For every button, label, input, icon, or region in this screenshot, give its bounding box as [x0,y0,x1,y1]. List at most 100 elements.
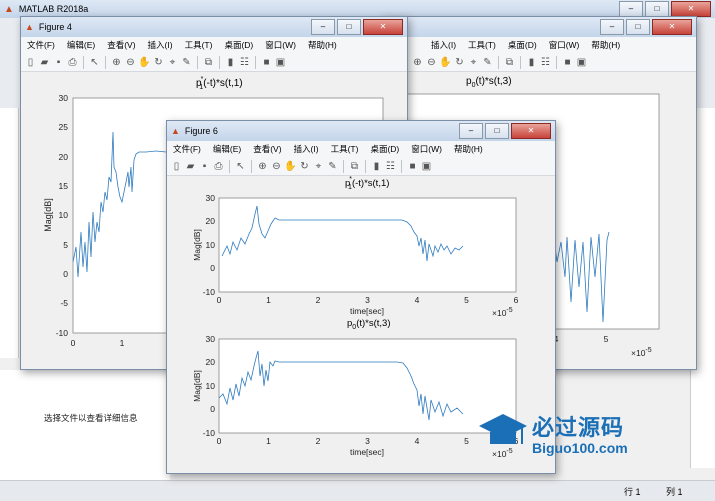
menu-view[interactable]: 查看(V) [101,39,141,51]
figure6-toolbar: ▯ ▰ ▪ ⎙ ↖ ⊕ ⊖ ✋ ↻ ⌖ ✎ ⧉ ▮ ☷ ■ ▣ [167,157,555,176]
legend-icon[interactable]: ☷ [238,56,251,69]
y-tick-label: 5 [63,240,68,250]
open-file-icon[interactable]: ▰ [184,160,197,173]
x-tick-label: 1 [266,436,271,446]
brush-icon[interactable]: ✎ [326,160,339,173]
matlab-logo-icon: ▲ [4,3,14,15]
zoom-out-icon[interactable]: ⊖ [124,56,137,69]
menu-item[interactable]: 桌面(D) [502,39,543,51]
toolbar-separator [401,159,402,173]
menu-tools[interactable]: 工具(T) [325,143,365,155]
figure4-plot-title: p* 1(-t)*s(t,1) [196,76,243,91]
print-icon[interactable]: ⎙ [212,160,225,173]
save-icon[interactable]: ▪ [52,56,65,69]
menu-desktop[interactable]: 桌面(D) [218,39,259,51]
rotate-icon[interactable]: ↻ [152,56,165,69]
menu-item[interactable]: 帮助(H) [585,39,626,51]
figure-back-titlebar: – □ ✕ [381,17,696,37]
app-title: MATLAB R2018a [18,4,89,14]
menu-tools[interactable]: 工具(T) [179,39,219,51]
x-tick-label: 4 [415,436,420,446]
link-icon[interactable]: ⧉ [202,56,215,69]
link-icon[interactable]: ⧉ [348,160,361,173]
zoom-in-icon[interactable]: ⊕ [411,56,424,69]
status-bar: 行 1 列 1 [0,480,715,501]
pan-icon[interactable]: ✋ [439,56,452,69]
brush-icon[interactable]: ✎ [180,56,193,69]
edit-plot-icon[interactable]: ↖ [234,160,247,173]
menu-file[interactable]: 文件(F) [167,143,207,155]
zoom-out-icon[interactable]: ⊖ [425,56,438,69]
colorbar-icon[interactable]: ▮ [224,56,237,69]
hide-plot-tools-icon[interactable]: ■ [561,56,574,69]
maximize-button[interactable]: □ [645,1,669,17]
data-cursor-icon[interactable]: ⌖ [166,56,179,69]
toolbar-separator [520,55,521,69]
hide-plot-tools-icon[interactable]: ■ [260,56,273,69]
legend-icon[interactable]: ☷ [384,160,397,173]
close-button[interactable]: ✕ [671,1,711,17]
menu-insert[interactable]: 插入(I) [142,39,179,51]
zoom-in-icon[interactable]: ⊕ [256,160,269,173]
show-plot-tools-icon[interactable]: ▣ [274,56,287,69]
colorbar-icon[interactable]: ▮ [370,160,383,173]
menu-edit[interactable]: 编辑(E) [207,143,247,155]
colorbar-icon[interactable]: ▮ [525,56,538,69]
menu-help[interactable]: 帮助(H) [448,143,489,155]
pan-icon[interactable]: ✋ [138,56,151,69]
menu-file[interactable]: 文件(F) [21,39,61,51]
menu-edit[interactable]: 编辑(E) [61,39,101,51]
data-cursor-icon[interactable]: ⌖ [467,56,480,69]
y-tick-label: 10 [206,381,216,391]
detail-hint-text: 选择文件以查看详细信息 [44,413,138,423]
edit-plot-icon[interactable]: ↖ [88,56,101,69]
y-axis-label: Mag[dB] [43,198,53,232]
minimize-button[interactable]: – [619,1,643,17]
toolbar-separator [229,159,230,173]
print-icon[interactable]: ⎙ [66,56,79,69]
figure6-minimize-button[interactable]: – [459,123,483,139]
y-tick-label: -5 [60,298,68,308]
menu-help[interactable]: 帮助(H) [302,39,343,51]
menu-window[interactable]: 窗口(W) [405,143,448,155]
hide-plot-tools-icon[interactable]: ■ [406,160,419,173]
legend-icon[interactable]: ☷ [539,56,552,69]
menu-window[interactable]: 窗口(W) [259,39,302,51]
menu-view[interactable]: 查看(V) [247,143,287,155]
show-plot-tools-icon[interactable]: ▣ [575,56,588,69]
figure4-maximize-button[interactable]: □ [337,19,361,35]
menu-insert[interactable]: 插入(I) [288,143,325,155]
zoom-out-icon[interactable]: ⊖ [270,160,283,173]
figure6-close-button[interactable]: ✕ [511,123,551,139]
figure6-title: Figure 6 [184,126,218,136]
graduation-cap-icon [479,414,527,444]
menu-desktop[interactable]: 桌面(D) [364,143,405,155]
y-tick-label: 20 [206,216,216,226]
rotate-icon[interactable]: ↻ [453,56,466,69]
subplot2-title: p0(t)*s(t,3) [347,318,391,331]
save-icon[interactable]: ▪ [198,160,211,173]
figure-back-minimize-button[interactable]: – [600,19,624,35]
open-file-icon[interactable]: ▰ [38,56,51,69]
menu-item[interactable]: 窗口(W) [543,39,586,51]
figure-back-maximize-button[interactable]: □ [626,19,650,35]
figure6-maximize-button[interactable]: □ [485,123,509,139]
new-figure-icon[interactable]: ▯ [24,56,37,69]
rotate-icon[interactable]: ↻ [298,160,311,173]
show-plot-tools-icon[interactable]: ▣ [420,160,433,173]
brush-icon[interactable]: ✎ [481,56,494,69]
menu-item[interactable]: 插入(I) [425,39,462,51]
pan-icon[interactable]: ✋ [284,160,297,173]
figure-back-close-button[interactable]: ✕ [652,19,692,35]
new-figure-icon[interactable]: ▯ [170,160,183,173]
figure4-minimize-button[interactable]: – [311,19,335,35]
y-tick-label: 20 [206,357,216,367]
zoom-in-icon[interactable]: ⊕ [110,56,123,69]
data-cursor-icon[interactable]: ⌖ [312,160,325,173]
figure4-close-button[interactable]: ✕ [363,19,403,35]
link-icon[interactable]: ⧉ [503,56,516,69]
menu-item[interactable]: 工具(T) [462,39,502,51]
x-tick-label: 2 [316,436,321,446]
subplot2-y-axis-label: Mag[dB] [192,370,202,402]
figure-back-toolbar: ⊕ ⊖ ✋ ↻ ⌖ ✎ ⧉ ▮ ☷ ■ ▣ [381,53,696,72]
